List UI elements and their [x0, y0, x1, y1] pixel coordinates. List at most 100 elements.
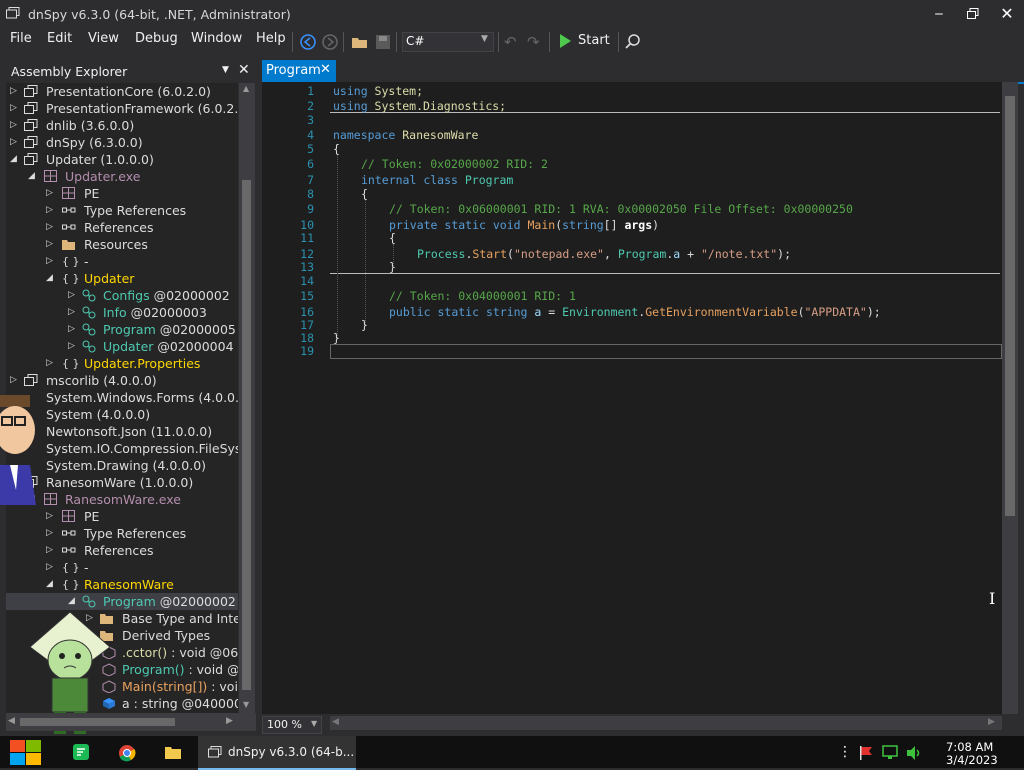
tree-node[interactable]: ◢ Updater (1.0.0.0) — [6, 151, 238, 168]
code-line[interactable]: internal class Program — [361, 173, 513, 187]
flag-icon[interactable] — [858, 745, 874, 764]
close-icon[interactable]: ✕ — [992, 4, 1022, 24]
scroll-left-icon[interactable]: ◀ — [332, 717, 339, 727]
tree-node[interactable]: System.Windows.Forms (4.0.0.0) — [6, 389, 238, 406]
tree-node[interactable]: ▷ References — [6, 219, 238, 236]
menu-file[interactable]: File — [10, 31, 32, 46]
code-line[interactable]: { — [333, 142, 340, 156]
save-icon[interactable] — [374, 33, 392, 51]
clock-time[interactable]: 7:08 AM — [946, 740, 993, 754]
navigate-forward-icon[interactable] — [321, 33, 339, 51]
start-button[interactable]: Start — [556, 31, 612, 51]
tree-node[interactable]: ▷ Resources — [6, 236, 238, 253]
tree-node[interactable]: ▷ PresentationCore (6.0.2.0) — [6, 83, 238, 100]
tree-node[interactable]: System.IO.Compression.FileSystem — [6, 440, 238, 457]
tree-node[interactable]: ▷ dnSpy (6.3.0.0) — [6, 134, 238, 151]
line-number: 16 — [300, 305, 314, 319]
zoom-select[interactable]: 100 % ▼ — [262, 716, 322, 734]
tree-node[interactable]: ▷ PE — [6, 508, 238, 525]
chevron-down-icon[interactable]: ▼ — [222, 65, 229, 75]
tree-node[interactable]: ◢ RanesomWare (1.0.0.0) — [6, 474, 238, 491]
code-line[interactable]: namespace RanesomWare — [333, 128, 478, 142]
tree-node[interactable]: ▷ { } Updater.Properties — [6, 355, 238, 372]
class-icon — [82, 323, 96, 336]
tree-vertical-scroll-thumb[interactable] — [242, 180, 251, 690]
minimize-icon[interactable]: ‒ — [924, 4, 954, 24]
taskbar-app-dnspy[interactable]: dnSpy v6.3.0 (64-b... — [198, 736, 356, 770]
restore-icon[interactable] — [958, 4, 988, 24]
text-cursor-icon: I — [989, 589, 996, 608]
tree-node[interactable]: Newtonsoft.Json (11.0.0.0) — [6, 423, 238, 440]
tree-node[interactable]: ▷ Program @02000005 — [6, 321, 238, 338]
menu-debug[interactable]: Debug — [135, 31, 178, 46]
scroll-left-icon[interactable]: ◀ — [8, 716, 15, 726]
network-icon[interactable] — [882, 745, 900, 764]
menu-edit[interactable]: Edit — [47, 31, 72, 46]
navigate-back-icon[interactable] — [299, 33, 317, 51]
code-line[interactable]: Process.Start("notepad.exe", Program.a +… — [417, 247, 791, 261]
menu-view[interactable]: View — [88, 31, 119, 46]
code-comment[interactable]: // Token: 0x02000002 RID: 2 — [361, 157, 548, 171]
open-folder-icon[interactable] — [351, 33, 369, 51]
scroll-up-icon[interactable]: ▲ — [243, 84, 249, 93]
undo-icon[interactable]: ↶ — [504, 33, 522, 51]
code-line[interactable]: using System; — [333, 84, 423, 98]
tree-node[interactable]: ▷ dnlib (3.6.0.0) — [6, 117, 238, 134]
tree-node[interactable]: ▷ Updater @02000004 — [6, 338, 238, 355]
line-highlight-border — [330, 273, 1000, 274]
namespace-icon: { } — [62, 357, 80, 370]
tree-node[interactable]: ▷ References — [6, 542, 238, 559]
tree-node[interactable]: ◢ { } Updater — [6, 270, 238, 287]
code-line[interactable]: using System.Diagnostics; — [333, 99, 506, 113]
file-explorer-icon[interactable] — [164, 744, 182, 765]
scroll-down-icon[interactable]: ▼ — [243, 700, 249, 709]
tree-node[interactable]: ▷ Type References — [6, 202, 238, 219]
menu-window[interactable]: Window — [191, 31, 242, 46]
tree-node[interactable]: ▷ Type References — [6, 525, 238, 542]
chrome-icon[interactable] — [118, 744, 136, 765]
language-select[interactable]: C# ▼ — [402, 32, 494, 52]
volume-icon[interactable] — [906, 745, 924, 764]
code-comment[interactable]: // Token: 0x06000001 RID: 1 RVA: 0x00002… — [389, 202, 853, 216]
editor-horizontal-scrollbar[interactable] — [330, 716, 1002, 730]
zoom-value: 100 % — [267, 718, 302, 731]
tree-node[interactable]: ▷ Info @02000003 — [6, 304, 238, 321]
scroll-right-icon[interactable]: ▶ — [988, 717, 995, 727]
tree-horizontal-scroll-thumb[interactable] — [20, 718, 175, 726]
code-line[interactable]: } — [333, 331, 340, 345]
tree-node[interactable]: ▷ { } - — [6, 559, 238, 576]
code-line[interactable]: public static string a = Environment.Get… — [389, 305, 881, 319]
green-app-icon[interactable] — [73, 744, 91, 765]
tree-node[interactable]: System (4.0.0.0) — [6, 406, 238, 423]
tree-node[interactable]: ◢ { } RanesomWare — [6, 576, 238, 593]
code-line[interactable]: } — [361, 318, 368, 332]
tree-node[interactable]: ◢ RanesomWare.exe — [6, 491, 238, 508]
windows-start-icon[interactable] — [10, 738, 42, 769]
scroll-right-icon[interactable]: ▶ — [226, 716, 233, 726]
clock-date[interactable]: 3/4/2023 — [946, 753, 998, 767]
redo-icon[interactable]: ↷ — [527, 33, 545, 51]
close-icon[interactable]: ✕ — [238, 62, 250, 78]
code-line[interactable]: private static void Main(string[] args) — [389, 218, 659, 232]
tree-node-selected[interactable]: ◢ Program @02000002 — [6, 593, 238, 610]
code-line[interactable]: } — [389, 260, 396, 274]
code-line[interactable]: { — [361, 187, 368, 201]
code-comment[interactable]: // Token: 0x04000001 RID: 1 — [389, 289, 576, 303]
tree-node[interactable]: ▷ mscorlib (4.0.0.0) — [6, 372, 238, 389]
tree-node[interactable]: ▷ { } - — [6, 253, 238, 270]
code-line[interactable]: { — [389, 231, 396, 245]
close-icon[interactable]: ✕ — [320, 62, 331, 77]
tree-node[interactable]: System.Drawing (4.0.0.0) — [6, 457, 238, 474]
tree-node[interactable]: ▷ Configs @02000002 — [6, 287, 238, 304]
more-options-icon[interactable]: ⋮ — [838, 744, 852, 760]
tab-program[interactable]: Program ✕ — [262, 60, 336, 82]
tree-node[interactable]: ▷ PE — [6, 185, 238, 202]
tree-node[interactable]: ◢ Updater.exe — [6, 168, 238, 185]
search-icon[interactable] — [624, 33, 642, 51]
document-tab-strip — [262, 58, 1024, 84]
tree-node[interactable]: ▷ PresentationFramework (6.0.2.0) — [6, 100, 238, 117]
line-number: 2 — [307, 99, 314, 113]
menu-help[interactable]: Help — [256, 31, 286, 46]
editor-vertical-scroll-thumb[interactable] — [1005, 96, 1015, 516]
indent-guide — [365, 199, 367, 325]
